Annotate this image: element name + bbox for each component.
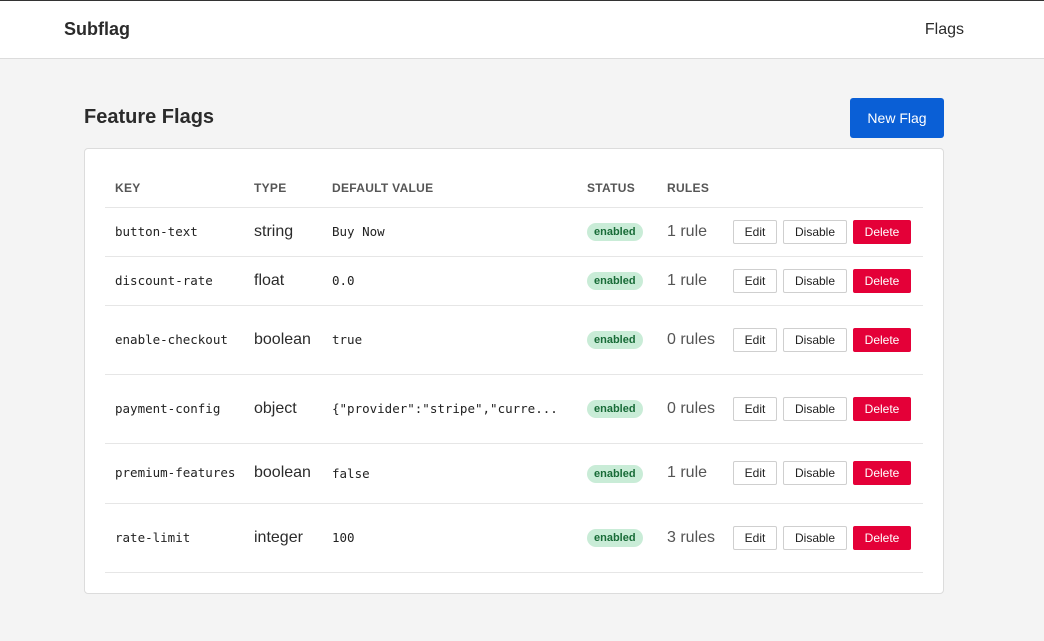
column-header-actions <box>725 169 923 208</box>
table-row: payment-config object {"provider":"stripe"… <box>105 374 923 444</box>
flag-key: button-text <box>105 207 244 257</box>
edit-button[interactable]: Edit <box>733 268 777 293</box>
page-title: Feature Flags <box>84 106 215 128</box>
delete-button[interactable]: Delete <box>853 461 911 485</box>
disable-button[interactable]: Disable <box>783 327 847 352</box>
edit-button[interactable]: Edit <box>733 396 777 421</box>
delete-button[interactable]: Delete <box>853 396 911 421</box>
flag-type: integer <box>244 503 322 573</box>
delete-button[interactable]: Delete <box>853 268 911 293</box>
flag-default-value: {"provider":"stripe","curre... <box>322 374 577 444</box>
flag-rules: 1 rule <box>657 256 725 306</box>
edit-button[interactable]: Edit <box>733 461 777 485</box>
disable-button[interactable]: Disable <box>783 525 847 550</box>
nav-link-flags[interactable]: Flags <box>925 21 964 39</box>
table-row: discount-rate float 0.0 enabled 1 rule Edit Di… <box>105 256 923 306</box>
flag-key: premium-features <box>105 443 244 504</box>
flag-key: rate-limit <box>105 503 244 573</box>
flag-actions: Edit Disable Delete <box>725 503 923 573</box>
edit-button[interactable]: Edit <box>733 219 777 244</box>
column-header-type: TYPE <box>244 169 322 208</box>
table-row: enable-checkout boolean true enabled 0 rules… <box>105 305 923 375</box>
edit-button[interactable]: Edit <box>733 525 777 550</box>
flag-rules: 1 rule <box>657 443 725 504</box>
flag-rules: 3 rules <box>657 503 725 573</box>
column-header-key: KEY <box>105 169 244 208</box>
disable-button[interactable]: Disable <box>783 268 847 293</box>
status-badge: enabled <box>587 464 643 483</box>
top-navbar: Subflag Flags <box>0 1 1044 59</box>
flag-key: payment-config <box>105 374 244 444</box>
delete-button[interactable]: Delete <box>853 327 911 352</box>
flag-actions: Edit Disable Delete <box>725 207 923 257</box>
column-header-default-value: DEFAULT VALUE <box>322 169 577 208</box>
edit-button[interactable]: Edit <box>733 327 777 352</box>
status-badge: enabled <box>587 400 643 418</box>
disable-button[interactable]: Disable <box>783 219 847 244</box>
flag-status-cell: enabled <box>577 374 657 444</box>
flag-key: enable-checkout <box>105 305 244 375</box>
disable-button[interactable]: Disable <box>783 396 847 421</box>
flags-card: KEY TYPE DEFAULT VALUE STATUS RULES butt… <box>84 148 944 594</box>
status-badge: enabled <box>587 331 643 349</box>
disable-button[interactable]: Disable <box>783 461 847 485</box>
column-header-status: STATUS <box>577 169 657 208</box>
flag-status-cell: enabled <box>577 305 657 375</box>
flag-rules: 1 rule <box>657 207 725 257</box>
flag-type: boolean <box>244 305 322 375</box>
flag-default-value: 100 <box>322 503 577 573</box>
flag-default-value: false <box>322 443 577 504</box>
flag-rules: 0 rules <box>657 305 725 375</box>
flag-actions: Edit Disable Delete <box>725 256 923 306</box>
flag-status-cell: enabled <box>577 443 657 504</box>
page-header: Feature Flags New Flag <box>84 98 944 138</box>
flag-actions: Edit Disable Delete <box>725 305 923 375</box>
table-row: premium-features boolean false enabled 1 rul… <box>105 443 923 504</box>
flag-default-value: 0.0 <box>322 256 577 306</box>
flag-default-value: true <box>322 305 577 375</box>
flag-status-cell: enabled <box>577 503 657 573</box>
flag-type: object <box>244 374 322 444</box>
flag-default-value: Buy Now <box>322 207 577 257</box>
flag-type: string <box>244 207 322 257</box>
delete-button[interactable]: Delete <box>853 219 911 244</box>
flag-status-cell: enabled <box>577 256 657 306</box>
delete-button[interactable]: Delete <box>853 525 911 550</box>
status-badge: enabled <box>587 529 643 547</box>
table-row: button-text string Buy Now enabled 1 rule Edi… <box>105 207 923 257</box>
flags-table: KEY TYPE DEFAULT VALUE STATUS RULES butt… <box>105 169 923 573</box>
flag-rules: 0 rules <box>657 374 725 444</box>
status-badge: enabled <box>587 223 643 241</box>
flag-type: float <box>244 256 322 306</box>
flag-actions: Edit Disable Delete <box>725 443 923 504</box>
status-badge: enabled <box>587 272 643 290</box>
table-row: rate-limit integer 100 enabled 3 rules Edit Di… <box>105 503 923 573</box>
column-header-rules: RULES <box>657 169 725 208</box>
flag-actions: Edit Disable Delete <box>725 374 923 444</box>
table-header-row: KEY TYPE DEFAULT VALUE STATUS RULES <box>105 169 923 208</box>
flag-key: discount-rate <box>105 256 244 306</box>
new-flag-button[interactable]: New Flag <box>850 98 944 138</box>
flag-status-cell: enabled <box>577 207 657 257</box>
brand-logo[interactable]: Subflag <box>64 19 130 40</box>
flag-type: boolean <box>244 443 322 504</box>
